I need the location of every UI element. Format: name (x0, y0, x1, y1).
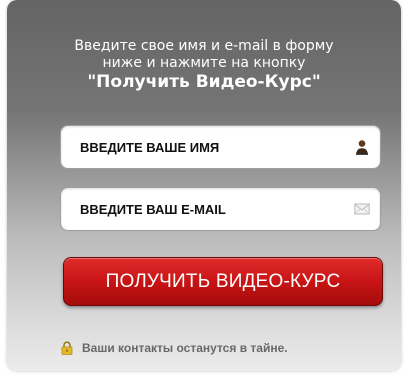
envelope-icon (354, 203, 370, 215)
name-input[interactable] (61, 126, 341, 168)
get-video-course-button[interactable]: ПОЛУЧИТЬ ВИДЕО-КУРС (63, 257, 383, 306)
lock-icon (61, 341, 73, 355)
subscribe-form-panel: Введите свое имя и e-mail в форму ниже и… (7, 0, 401, 371)
user-icon (356, 140, 368, 155)
name-field[interactable] (60, 125, 381, 169)
intro-line-2: ниже и нажмите на кнопку (102, 55, 306, 71)
intro-cta-name: "Получить Видео-Курс" (87, 72, 321, 92)
privacy-note: Ваши контакты останутся в тайне. (61, 340, 288, 356)
form-intro: Введите свое имя и e-mail в форму ниже и… (7, 38, 401, 92)
privacy-text: Ваши контакты останутся в тайне. (82, 341, 288, 355)
intro-line-1: Введите свое имя и e-mail в форму (74, 38, 334, 54)
email-field[interactable] (60, 187, 381, 231)
email-input[interactable] (61, 188, 341, 230)
